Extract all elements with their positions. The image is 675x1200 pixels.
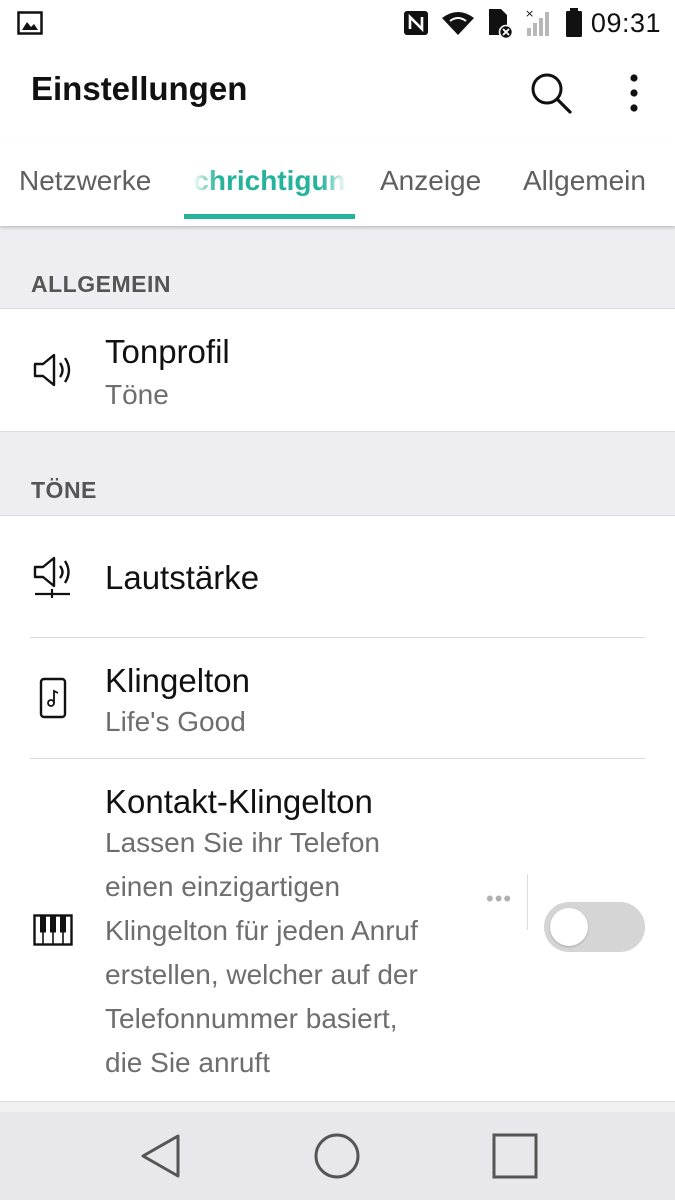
tab-benachrichtigungen-label: chrichtigun xyxy=(193,165,346,196)
tab-netzwerke[interactable]: Netzwerke xyxy=(19,138,151,226)
signal-icon: × xyxy=(525,8,553,38)
section-header-toene: TÖNE xyxy=(0,432,675,515)
item-subtitle: Töne xyxy=(105,379,169,410)
piano-icon xyxy=(30,907,76,953)
more-options-button[interactable] xyxy=(612,66,656,120)
item-description-line: Telefonnummer basiert, xyxy=(105,1003,398,1034)
tab-bar: Netzwerke chrichtigun Anzeige Allgemein xyxy=(0,138,675,226)
battery-icon xyxy=(565,8,583,38)
item-title: Lautstärke xyxy=(105,559,260,596)
nfc-icon xyxy=(403,10,429,36)
navigation-bar xyxy=(0,1112,675,1200)
toggle-knob xyxy=(550,908,588,946)
sim-error-icon xyxy=(487,7,513,39)
list-item-lautstaerke[interactable]: Lautstärke xyxy=(0,516,675,637)
card-allgemein: Tonprofil Töne xyxy=(0,308,675,432)
item-description-line: Lassen Sie ihr Telefon xyxy=(105,827,380,858)
more-vert-icon xyxy=(630,74,638,112)
page-title: Einstellungen xyxy=(31,70,248,107)
item-description-line: erstellen, welcher auf der xyxy=(105,959,418,990)
item-settings-dots-icon[interactable]: ••• xyxy=(486,886,512,912)
ringtone-file-icon xyxy=(30,675,76,721)
card-toene: Lautstärke Klingelton Life's Good Kontak… xyxy=(0,515,675,1102)
speaker-icon xyxy=(30,347,76,393)
back-button[interactable] xyxy=(130,1128,190,1184)
item-subtitle: Life's Good xyxy=(105,706,246,737)
list-item-tonprofil[interactable]: Tonprofil Töne xyxy=(0,309,675,431)
gallery-notification-icon xyxy=(17,11,43,40)
search-icon xyxy=(531,73,572,114)
item-description-line: einen einzigartigen xyxy=(105,871,341,902)
svg-text:×: × xyxy=(525,8,534,20)
recents-icon xyxy=(492,1133,538,1179)
status-clock: 09:31 xyxy=(590,7,661,38)
app-bar: Einstellungen xyxy=(0,46,675,138)
kontakt-klingelton-toggle[interactable] xyxy=(544,902,645,952)
tab-benachrichtigungen[interactable]: chrichtigun xyxy=(184,138,355,226)
home-icon xyxy=(314,1133,360,1179)
item-title: Tonprofil xyxy=(105,333,230,370)
back-icon xyxy=(141,1134,180,1178)
list-item-klingelton[interactable]: Klingelton Life's Good xyxy=(0,638,675,758)
item-description-line: Klingelton für jeden Anruf xyxy=(105,915,418,946)
item-title: Klingelton xyxy=(105,662,250,699)
active-tab-indicator xyxy=(184,214,355,219)
item-description-line: die Sie anruft xyxy=(105,1047,270,1078)
volume-icon xyxy=(30,554,76,600)
search-button[interactable] xyxy=(524,68,578,118)
vertical-separator xyxy=(527,874,528,930)
recents-button[interactable] xyxy=(485,1128,545,1184)
section-title-toene: TÖNE xyxy=(31,477,97,503)
status-bar: × 09:31 xyxy=(0,0,675,46)
tab-allgemein[interactable]: Allgemein xyxy=(523,138,646,226)
section-title-allgemein: ALLGEMEIN xyxy=(31,271,171,297)
wifi-icon xyxy=(441,10,475,36)
section-header-allgemein: ALLGEMEIN xyxy=(0,226,675,308)
item-title: Kontakt-Klingelton xyxy=(105,783,373,820)
tab-anzeige[interactable]: Anzeige xyxy=(380,138,481,226)
home-button[interactable] xyxy=(307,1128,367,1184)
settings-list: ALLGEMEIN Tonprofil Töne TÖNE Lautstärke… xyxy=(0,226,675,1112)
